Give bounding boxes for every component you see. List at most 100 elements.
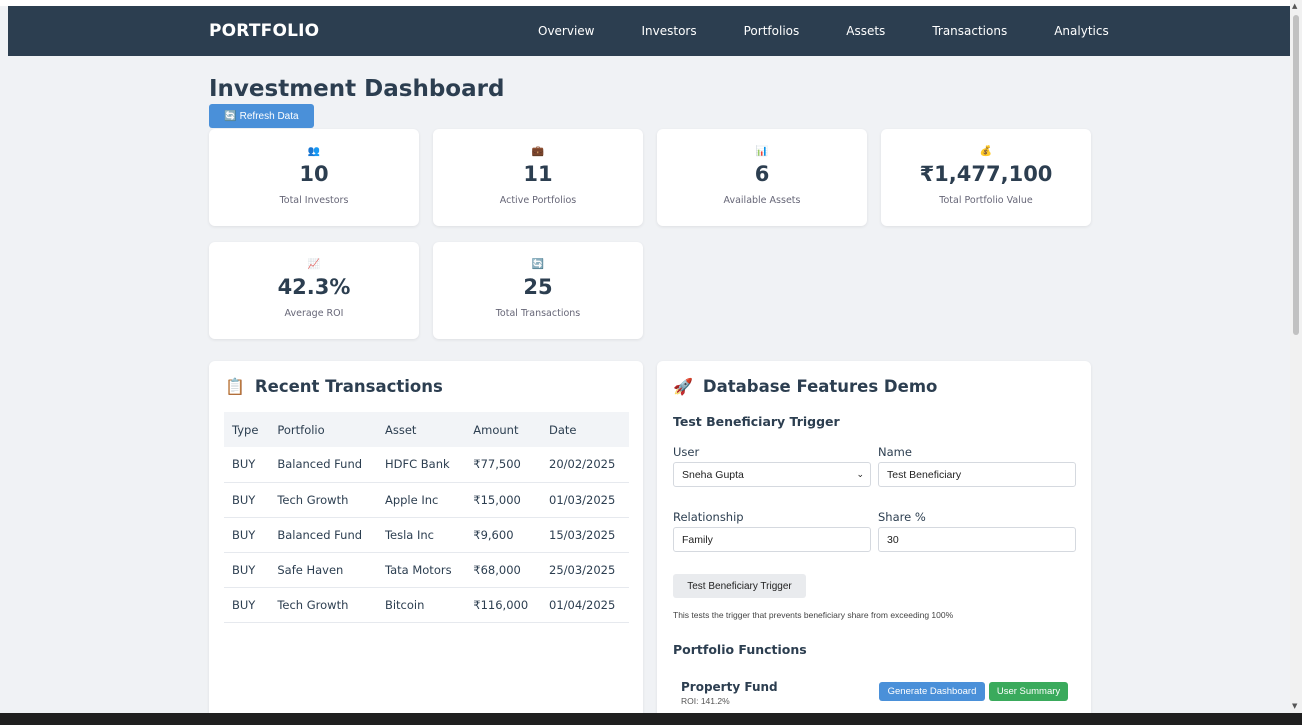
stat-label: Total Investors — [279, 195, 349, 206]
stat-label: Total Transactions — [495, 308, 581, 319]
stat-value: 10 — [299, 162, 329, 186]
trend-chart-icon: 📈 — [307, 259, 321, 270]
panel-title: 📋 Recent Transactions — [225, 377, 443, 396]
stat-value: 42.3% — [277, 275, 351, 299]
portfolio-roi: ROI: 141.2% — [681, 696, 730, 706]
cell-amount: ₹15,000 — [465, 482, 542, 518]
column-header-asset: Asset — [376, 412, 466, 447]
stat-card-assets: 📊 6 Available Assets — [657, 129, 867, 226]
panel-title-text: Database Features Demo — [702, 377, 938, 396]
cell-amount: ₹116,000 — [465, 587, 542, 623]
user-label: User — [673, 445, 700, 459]
cell-type: BUY — [224, 552, 270, 588]
cell-date: 01/04/2025 — [541, 587, 629, 623]
nav-link-overview[interactable]: Overview — [538, 24, 595, 38]
relationship-input[interactable]: Family — [673, 527, 871, 552]
share-input[interactable]: 30 — [878, 527, 1076, 552]
os-taskbar — [0, 713, 1302, 725]
database-demo-panel: 🚀 Database Features Demo Test Beneficiar… — [657, 361, 1091, 713]
cell-asset: Tesla Inc — [376, 517, 466, 553]
stat-value: 11 — [523, 162, 553, 186]
vertical-scrollbar[interactable]: ▲ ▼ — [1290, 0, 1302, 713]
cell-portfolio: Tech Growth — [269, 587, 377, 623]
users-icon: 👥 — [307, 146, 321, 157]
cell-portfolio: Balanced Fund — [269, 517, 377, 553]
clipboard-icon: 📋 — [225, 377, 245, 396]
column-header-date: Date — [541, 412, 629, 447]
refresh-data-button[interactable]: 🔄 Refresh Data — [209, 104, 314, 128]
cell-asset: Apple Inc — [376, 482, 466, 518]
briefcase-icon: 💼 — [531, 146, 545, 157]
user-select[interactable]: Sneha Gupta ⌄ — [673, 462, 871, 487]
bar-chart-icon: 📊 — [755, 146, 769, 157]
nav-link-transactions[interactable]: Transactions — [932, 24, 1007, 38]
share-label: Share % — [878, 510, 926, 524]
column-header-amount: Amount — [465, 412, 542, 447]
column-header-type: Type — [224, 412, 270, 447]
nav-link-investors[interactable]: Investors — [642, 24, 697, 38]
user-summary-button[interactable]: User Summary — [989, 682, 1068, 701]
column-header-portfolio: Portfolio — [269, 412, 377, 447]
table-header-row: Type Portfolio Asset Amount Date — [224, 412, 629, 447]
name-input[interactable]: Test Beneficiary — [878, 462, 1076, 487]
name-input-value: Test Beneficiary — [887, 468, 962, 481]
scrollbar-thumb[interactable] — [1293, 15, 1299, 335]
cell-portfolio: Safe Haven — [269, 552, 377, 588]
cell-date: 01/03/2025 — [541, 482, 629, 518]
cell-asset: HDFC Bank — [376, 447, 466, 483]
scroll-down-arrow-icon[interactable]: ▼ — [1292, 702, 1297, 710]
stat-card-roi: 📈 42.3% Average ROI — [209, 242, 419, 339]
cell-date: 15/03/2025 — [541, 517, 629, 553]
generate-dashboard-button[interactable]: Generate Dashboard — [879, 682, 985, 701]
stat-label: Available Assets — [723, 195, 801, 206]
cell-date: 25/03/2025 — [541, 552, 629, 588]
rocket-icon: 🚀 — [673, 377, 693, 396]
cell-type: BUY — [224, 482, 270, 518]
stat-card-total-value: 💰 ₹1,477,100 Total Portfolio Value — [881, 129, 1091, 226]
cell-type: BUY — [224, 587, 270, 623]
stat-label: Active Portfolios — [499, 195, 577, 206]
refresh-icon: 🔄 — [531, 259, 545, 270]
relationship-input-value: Family — [682, 533, 713, 546]
stat-value: 25 — [523, 275, 553, 299]
recent-transactions-panel: 📋 Recent Transactions Type Portfolio Ass… — [209, 361, 643, 713]
cell-amount: ₹77,500 — [465, 447, 542, 483]
cell-date: 20/02/2025 — [541, 447, 629, 483]
nav-link-portfolios[interactable]: Portfolios — [744, 24, 800, 38]
nav-links: Overview Investors Portfolios Assets Tra… — [538, 24, 1156, 38]
stat-label: Total Portfolio Value — [939, 195, 1033, 206]
main-content: Investment Dashboard 🔄 Refresh Data 👥 10… — [8, 56, 1290, 713]
cell-asset: Tata Motors — [376, 552, 466, 588]
portfolio-name: Property Fund — [681, 680, 778, 694]
table-row: BUY Safe Haven Tata Motors ₹68,000 25/03… — [224, 552, 629, 588]
stat-label: Average ROI — [284, 308, 344, 319]
panel-title: 🚀 Database Features Demo — [673, 377, 937, 396]
table-row: BUY Balanced Fund Tesla Inc ₹9,600 15/03… — [224, 517, 629, 553]
stat-value: ₹1,477,100 — [919, 162, 1053, 186]
cell-amount: ₹68,000 — [465, 552, 542, 588]
nav-link-assets[interactable]: Assets — [846, 24, 885, 38]
cell-amount: ₹9,600 — [465, 517, 542, 553]
test-trigger-button[interactable]: Test Beneficiary Trigger — [673, 574, 806, 598]
cell-portfolio: Tech Growth — [269, 482, 377, 518]
table-row: BUY Tech Growth Apple Inc ₹15,000 01/03/… — [224, 482, 629, 518]
table-row: BUY Tech Growth Bitcoin ₹116,000 01/04/2… — [224, 587, 629, 623]
panel-title-text: Recent Transactions — [254, 377, 443, 396]
scroll-up-arrow-icon[interactable]: ▲ — [1292, 2, 1297, 10]
cell-portfolio: Balanced Fund — [269, 447, 377, 483]
money-bag-icon: 💰 — [979, 146, 993, 157]
chevron-down-icon: ⌄ — [856, 469, 864, 479]
stat-value: 6 — [754, 162, 770, 186]
navbar: PORTFOLIO Overview Investors Portfolios … — [8, 6, 1290, 56]
stat-card-transactions: 🔄 25 Total Transactions — [433, 242, 643, 339]
user-select-value: Sneha Gupta — [682, 468, 744, 481]
share-input-value: 30 — [887, 533, 899, 546]
cell-asset: Bitcoin — [376, 587, 466, 623]
table-row: BUY Balanced Fund HDFC Bank ₹77,500 20/0… — [224, 447, 629, 483]
relationship-label: Relationship — [673, 510, 744, 524]
trigger-section-title: Test Beneficiary Trigger — [673, 414, 840, 429]
brand-logo[interactable]: PORTFOLIO — [209, 21, 319, 41]
transactions-table: Type Portfolio Asset Amount Date BUY Bal… — [224, 412, 629, 623]
functions-section-title: Portfolio Functions — [673, 642, 807, 657]
nav-link-analytics[interactable]: Analytics — [1054, 24, 1109, 38]
